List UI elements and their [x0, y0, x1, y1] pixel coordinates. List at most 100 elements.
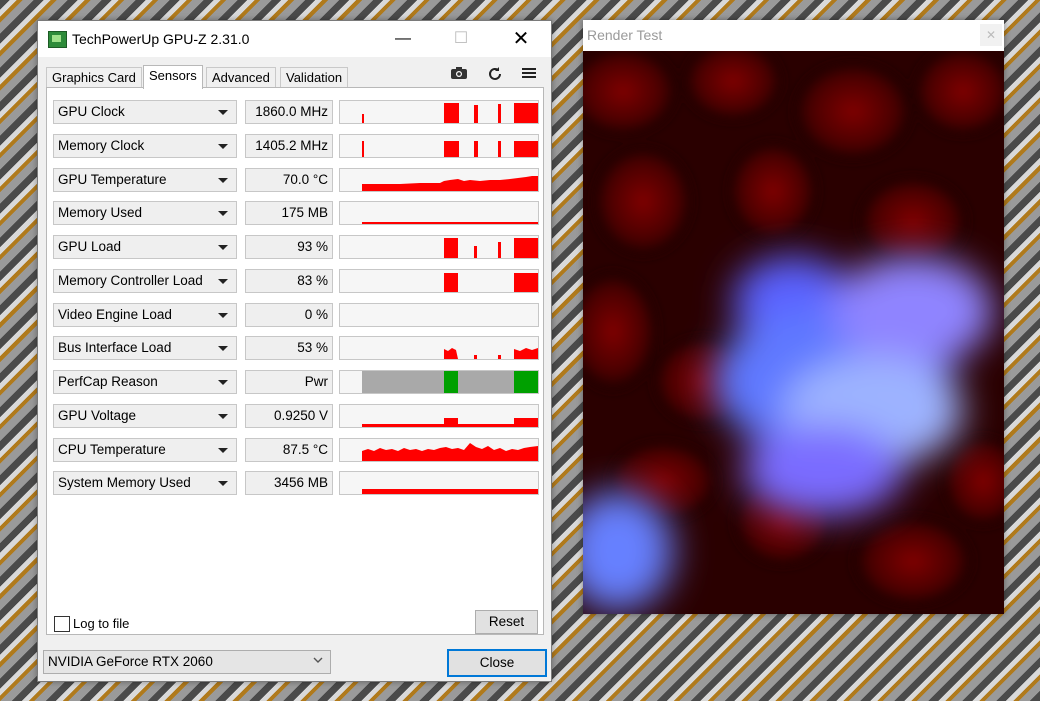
minimize-button[interactable]: — [380, 21, 426, 57]
sensor-value: 53 % [245, 336, 333, 360]
sensor-selector[interactable]: CPU Temperature [53, 438, 237, 462]
sensor-row: CPU Temperature 87.5 °C [47, 438, 543, 462]
sensor-name: Memory Used [58, 205, 143, 220]
render-test-close-button[interactable]: ✕ [980, 24, 1002, 46]
sensor-graph [339, 438, 539, 462]
camera-icon[interactable] [450, 66, 468, 82]
gpuz-title-bar[interactable]: TechPowerUp GPU-Z 2.31.0 — ☐ ✕ [38, 21, 551, 57]
sensor-value-text: 1405.2 MHz [255, 138, 328, 153]
sensor-name: GPU Voltage [58, 408, 137, 423]
sensor-value-text: 175 MB [281, 205, 328, 220]
render-canvas[interactable] [583, 51, 1004, 614]
perfcap-graph [339, 370, 539, 394]
sensor-value-text: 93 % [297, 239, 328, 254]
dropdown-arrow-icon [218, 144, 228, 149]
sensor-value: 1405.2 MHz [245, 134, 333, 158]
sensor-value: 175 MB [245, 201, 333, 225]
dropdown-arrow-icon [218, 346, 228, 351]
sensor-row: Memory Clock 1405.2 MHz [47, 134, 543, 158]
sensor-value-text: 1860.0 MHz [255, 104, 328, 119]
tab-validation[interactable]: Validation [280, 67, 349, 88]
sensor-row: GPU Temperature 70.0 °C [47, 168, 543, 192]
sensor-name: Bus Interface Load [58, 340, 172, 355]
sensor-value-text: 87.5 °C [282, 442, 328, 457]
sensor-row: GPU Clock 1860.0 MHz [47, 100, 543, 124]
render-test-window: Render Test ✕ [583, 20, 1004, 614]
sensor-selector[interactable]: GPU Voltage [53, 404, 237, 428]
sensor-selector[interactable]: PerfCap Reason [53, 370, 237, 394]
sensor-selector[interactable]: Memory Controller Load [53, 269, 237, 293]
dropdown-arrow-icon [218, 414, 228, 419]
dropdown-arrow-icon [218, 245, 228, 250]
sensor-row: Memory Used 175 MB [47, 201, 543, 225]
sensor-name: System Memory Used [58, 475, 191, 490]
gpuz-window-title: TechPowerUp GPU-Z 2.31.0 [72, 31, 250, 47]
dropdown-arrow-icon [218, 380, 228, 385]
sensor-graph [339, 404, 539, 428]
reset-button[interactable]: Reset [475, 610, 538, 634]
sensor-row: Memory Controller Load 83 % [47, 269, 543, 293]
sensor-name: GPU Load [58, 239, 122, 254]
sensor-value-text: 83 % [297, 273, 328, 288]
dropdown-arrow-icon [218, 279, 228, 284]
sensor-value-text: 70.0 °C [282, 172, 328, 187]
sensor-graph [339, 336, 539, 360]
tab-graphics-card[interactable]: Graphics Card [46, 67, 142, 88]
sensor-value: 93 % [245, 235, 333, 259]
sensor-graph [339, 168, 539, 192]
sensor-value-text: 53 % [297, 340, 328, 355]
sensor-value-text: 0.9250 V [273, 408, 328, 423]
sensor-name: PerfCap Reason [58, 374, 158, 389]
sensor-value: Pwr [245, 370, 333, 394]
dropdown-arrow-icon [218, 481, 228, 486]
sensor-selector[interactable]: Memory Used [53, 201, 237, 225]
tab-advanced[interactable]: Advanced [206, 67, 276, 88]
sensor-name: GPU Temperature [58, 172, 167, 187]
render-test-title: Render Test [587, 27, 663, 43]
dropdown-arrow-icon [218, 178, 228, 183]
sensor-graph [339, 269, 539, 293]
sensor-row: System Memory Used 3456 MB [47, 471, 543, 495]
refresh-icon[interactable] [486, 66, 504, 82]
dropdown-arrow-icon [218, 211, 228, 216]
dropdown-arrow-icon [218, 110, 228, 115]
close-window-button[interactable]: ✕ [498, 21, 544, 57]
sensor-selector[interactable]: GPU Clock [53, 100, 237, 124]
sensor-value: 83 % [245, 269, 333, 293]
sensor-graph [339, 134, 539, 158]
chevron-down-icon [312, 653, 324, 670]
gpuz-app-icon [48, 31, 67, 48]
sensor-selector[interactable]: Video Engine Load [53, 303, 237, 327]
sensor-name: Memory Clock [58, 138, 145, 153]
log-to-file-checkbox[interactable] [54, 616, 70, 632]
gpuz-window: TechPowerUp GPU-Z 2.31.0 — ☐ ✕ Graphics … [37, 20, 552, 682]
log-to-file-label: Log to file [73, 616, 130, 631]
sensor-value: 3456 MB [245, 471, 333, 495]
sensor-selector[interactable]: System Memory Used [53, 471, 237, 495]
close-button[interactable]: Close [447, 649, 547, 677]
sensor-selector[interactable]: Bus Interface Load [53, 336, 237, 360]
sensor-value: 0.9250 V [245, 404, 333, 428]
gpu-selector-value: NVIDIA GeForce RTX 2060 [48, 654, 213, 669]
sensor-graph [339, 303, 539, 327]
sensor-value-text: 0 % [304, 307, 328, 322]
gpu-selector[interactable]: NVIDIA GeForce RTX 2060 [43, 650, 331, 674]
sensor-selector[interactable]: Memory Clock [53, 134, 237, 158]
sensor-value: 0 % [245, 303, 333, 327]
tab-sensors[interactable]: Sensors [143, 65, 203, 89]
sensor-row: Bus Interface Load 53 % [47, 336, 543, 360]
sensor-selector[interactable]: GPU Load [53, 235, 237, 259]
dropdown-arrow-icon [218, 448, 228, 453]
dropdown-arrow-icon [218, 313, 228, 318]
sensor-selector[interactable]: GPU Temperature [53, 168, 237, 192]
sensor-name: Video Engine Load [58, 307, 172, 322]
render-test-title-bar[interactable]: Render Test ✕ [583, 20, 1004, 52]
sensor-graph [339, 471, 539, 495]
sensor-graph [339, 235, 539, 259]
sensor-name: GPU Clock [58, 104, 125, 119]
menu-icon[interactable] [520, 66, 538, 82]
sensor-row: PerfCap Reason Pwr [47, 370, 543, 394]
maximize-button[interactable]: ☐ [438, 21, 484, 57]
sensor-value: 70.0 °C [245, 168, 333, 192]
sensors-panel: GPU Clock 1860.0 MHz Memory Clock 1405.2… [46, 87, 544, 635]
